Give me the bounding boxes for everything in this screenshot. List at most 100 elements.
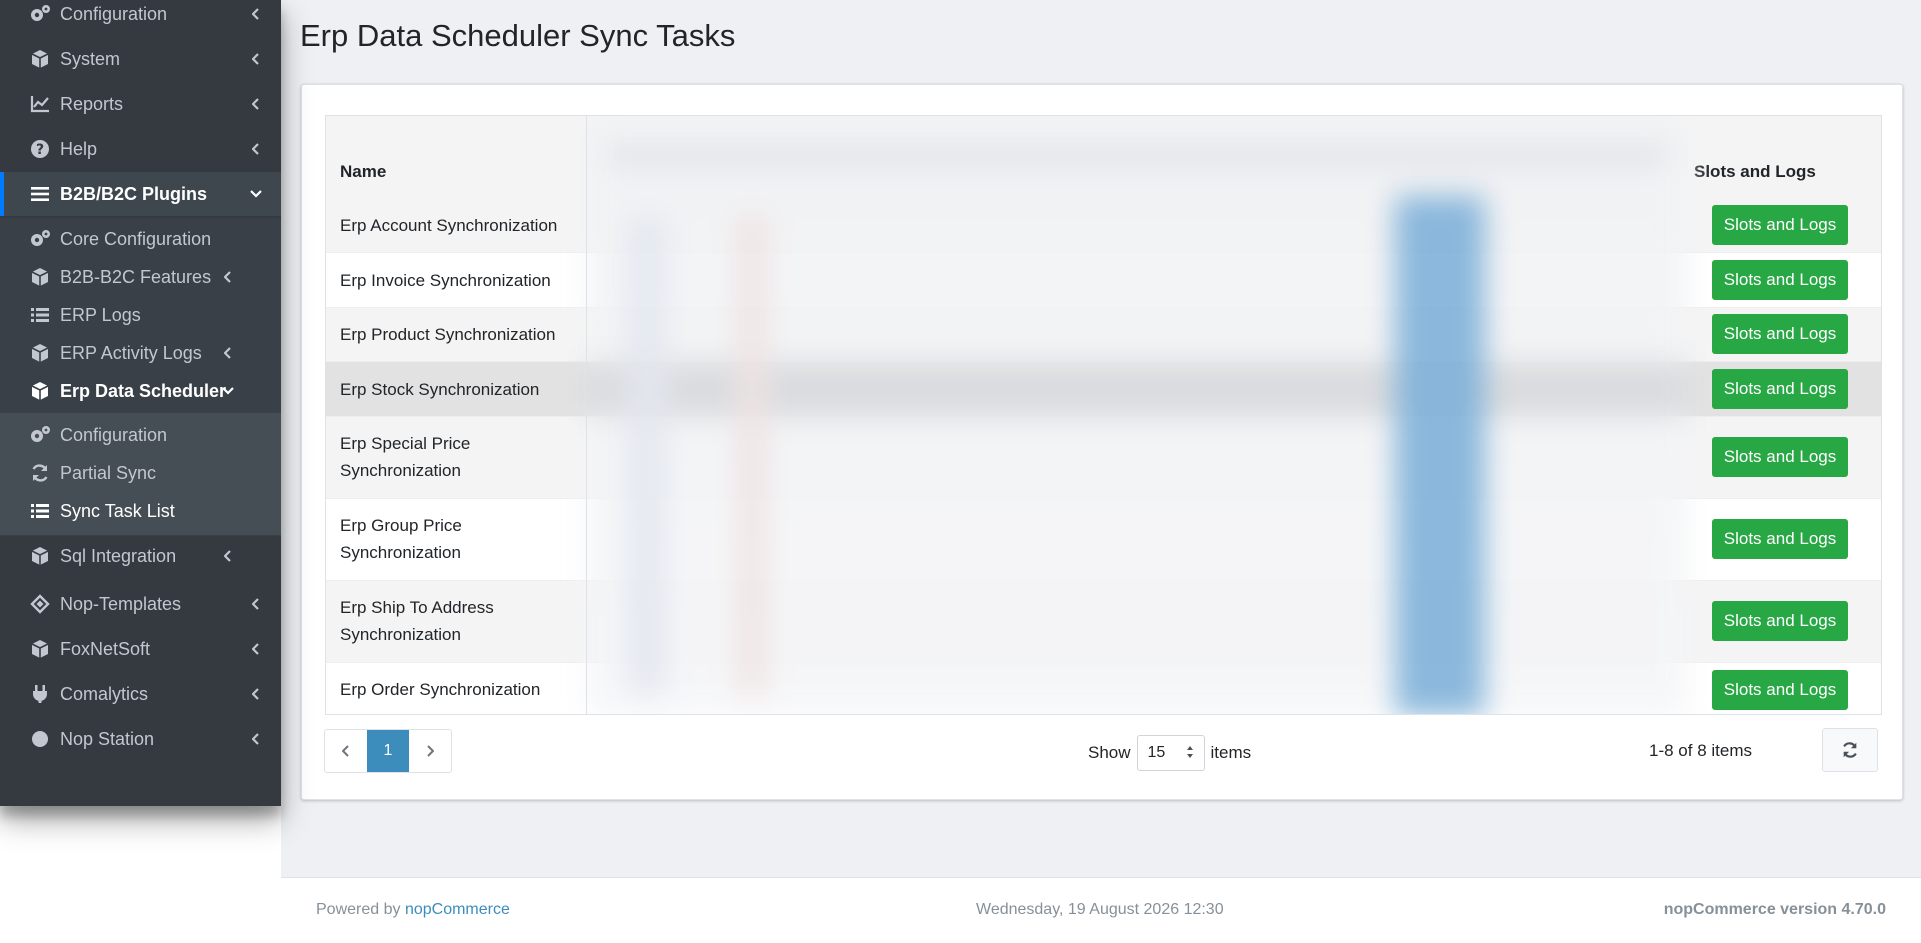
sidebar-item-label: Core Configuration: [60, 228, 212, 249]
sidebar-item-label: Partial Sync: [60, 462, 157, 483]
b2b-plugins-submenu: Core Configuration B2B-B2C Features ERP …: [0, 218, 281, 576]
gears-icon: [28, 2, 52, 26]
task-name: Erp Ship To Address Synchronization: [340, 598, 494, 644]
main-content: Erp Data Scheduler Sync Tasks Name Slots…: [281, 0, 1921, 877]
cube-icon: [28, 637, 52, 661]
sidebar-item-label: System: [60, 48, 121, 69]
sidebar-item-partial-sync[interactable]: Partial Sync: [0, 454, 281, 492]
page-title: Erp Data Scheduler Sync Tasks: [300, 18, 736, 53]
sidebar-item-erp-data-scheduler[interactable]: Erp Data Scheduler: [0, 372, 281, 410]
chevron-left-icon: [250, 643, 262, 655]
next-page-button[interactable]: [409, 730, 451, 772]
powered-by: Powered by nopCommerce: [316, 901, 510, 919]
column-divider: [586, 116, 587, 714]
sidebar-item-sql-integration[interactable]: Sql Integration: [0, 536, 281, 576]
refresh-icon: [1843, 742, 1857, 758]
list-icon: [28, 499, 52, 523]
sidebar-item-label: FoxNetSoft: [60, 638, 151, 659]
powered-by-label: Powered by: [316, 901, 405, 918]
slots-and-logs-button[interactable]: Slots and Logs: [1712, 519, 1848, 559]
sidebar-item-nop-templates[interactable]: Nop-Templates: [0, 582, 281, 626]
chevron-left-icon: [250, 8, 262, 20]
page-size-control: Show 15 items: [1088, 735, 1251, 771]
page-number-button[interactable]: 1: [367, 730, 409, 772]
slots-and-logs-button[interactable]: Slots and Logs: [1712, 205, 1848, 245]
sync-tasks-grid: Name Slots and Logs Erp Account Synchron…: [325, 115, 1882, 715]
chevron-left-icon: [250, 143, 262, 155]
sidebar: Configuration System Reports ? Help B2B/…: [0, 0, 281, 806]
footer: Powered by nopCommerce Wednesday, 19 Aug…: [281, 877, 1921, 943]
sidebar-item-label: Sync Task List: [60, 500, 175, 521]
slots-and-logs-button[interactable]: Slots and Logs: [1712, 670, 1848, 710]
sidebar-item-b2b-b2c-features[interactable]: B2B-B2C Features: [0, 258, 281, 296]
question-circle-icon: ?: [28, 137, 52, 161]
sidebar-item-label: Nop-Templates: [60, 593, 182, 614]
chevron-left-icon: [250, 98, 262, 110]
footer-version: nopCommerce version 4.70.0: [1663, 901, 1886, 918]
pager-range-info: 1-8 of 8 items: [1649, 741, 1752, 760]
sidebar-item-label: Help: [60, 138, 98, 159]
column-header-name[interactable]: Name: [340, 162, 386, 182]
page-size-select[interactable]: 15: [1136, 735, 1205, 771]
slots-and-logs-button[interactable]: Slots and Logs: [1712, 369, 1848, 409]
sidebar-item-label: B2B-B2C Features: [60, 266, 212, 287]
svg-text:?: ?: [36, 142, 44, 158]
chevron-down-icon: [222, 385, 234, 397]
column-header-slots-and-logs: Slots and Logs: [1694, 162, 1816, 181]
plug-icon: [28, 682, 52, 706]
bars-icon: [28, 182, 52, 206]
slots-and-logs-button[interactable]: Slots and Logs: [1712, 601, 1848, 641]
circle-icon: [28, 727, 52, 751]
erp-data-scheduler-submenu: Configuration Partial Sync Sync Task Lis…: [0, 413, 281, 535]
sidebar-item-core-configuration[interactable]: Core Configuration: [0, 220, 281, 258]
sidebar-item-label: Configuration: [60, 424, 168, 445]
sidebar-item-label: ERP Activity Logs: [60, 342, 202, 363]
chevron-right-icon: [427, 745, 434, 757]
pagination: 1: [324, 729, 452, 773]
sidebar-item-reports[interactable]: Reports: [0, 82, 281, 126]
sidebar-item-b2b-b2c-plugins[interactable]: B2B/B2C Plugins: [0, 172, 281, 216]
sidebar-item-erp-logs[interactable]: ERP Logs: [0, 296, 281, 334]
sync-icon: [28, 461, 52, 485]
slots-and-logs-button[interactable]: Slots and Logs: [1712, 437, 1848, 477]
task-name: Erp Stock Synchronization: [340, 380, 540, 399]
chevron-left-icon: [342, 745, 349, 757]
items-label: items: [1210, 743, 1252, 762]
task-name: Erp Account Synchronization: [340, 216, 558, 235]
sidebar-item-label: ERP Logs: [60, 304, 141, 325]
show-label: Show: [1088, 743, 1131, 762]
sidebar-item-label: Comalytics: [60, 683, 149, 704]
redacted-columns: [587, 116, 1687, 714]
sidebar-item-system[interactable]: System: [0, 37, 281, 81]
sidebar-item-configuration[interactable]: Configuration: [0, 0, 281, 36]
refresh-button[interactable]: [1822, 728, 1878, 772]
gears-icon: [28, 423, 52, 447]
chevron-left-icon: [222, 271, 234, 283]
sidebar-item-label: Reports: [60, 93, 124, 114]
cube-icon: [28, 341, 52, 365]
footer-date: Wednesday, 19 August 2026 12:30: [976, 901, 1224, 918]
sidebar-item-help[interactable]: ? Help: [0, 127, 281, 171]
sidebar-item-nop-station[interactable]: Nop Station: [0, 717, 281, 761]
sidebar-item-label: Nop Station: [60, 728, 155, 749]
sidebar-item-sync-task-list[interactable]: Sync Task List: [0, 492, 281, 530]
nopcommerce-link[interactable]: nopCommerce: [405, 901, 510, 918]
sidebar-item-scheduler-configuration[interactable]: Configuration: [0, 416, 281, 454]
sidebar-item-foxnetsoft[interactable]: FoxNetSoft: [0, 627, 281, 671]
sync-tasks-card: Name Slots and Logs Erp Account Synchron…: [301, 84, 1903, 800]
prev-page-button[interactable]: [325, 730, 367, 772]
slots-and-logs-button[interactable]: Slots and Logs: [1712, 260, 1848, 300]
chevron-left-icon: [250, 733, 262, 745]
chevron-down-icon: [250, 188, 262, 200]
sidebar-item-label: Sql Integration: [60, 545, 177, 566]
sidebar-item-comalytics[interactable]: Comalytics: [0, 672, 281, 716]
task-name: Erp Order Synchronization: [340, 680, 541, 699]
cube-icon: [28, 47, 52, 71]
layers-icon: [28, 592, 52, 616]
slots-and-logs-button[interactable]: Slots and Logs: [1712, 314, 1848, 354]
chevron-left-icon: [250, 53, 262, 65]
cube-icon: [28, 265, 52, 289]
cube-icon: [28, 544, 52, 568]
sidebar-item-label: B2B/B2C Plugins: [60, 183, 208, 204]
sidebar-item-erp-activity-logs[interactable]: ERP Activity Logs: [0, 334, 281, 372]
